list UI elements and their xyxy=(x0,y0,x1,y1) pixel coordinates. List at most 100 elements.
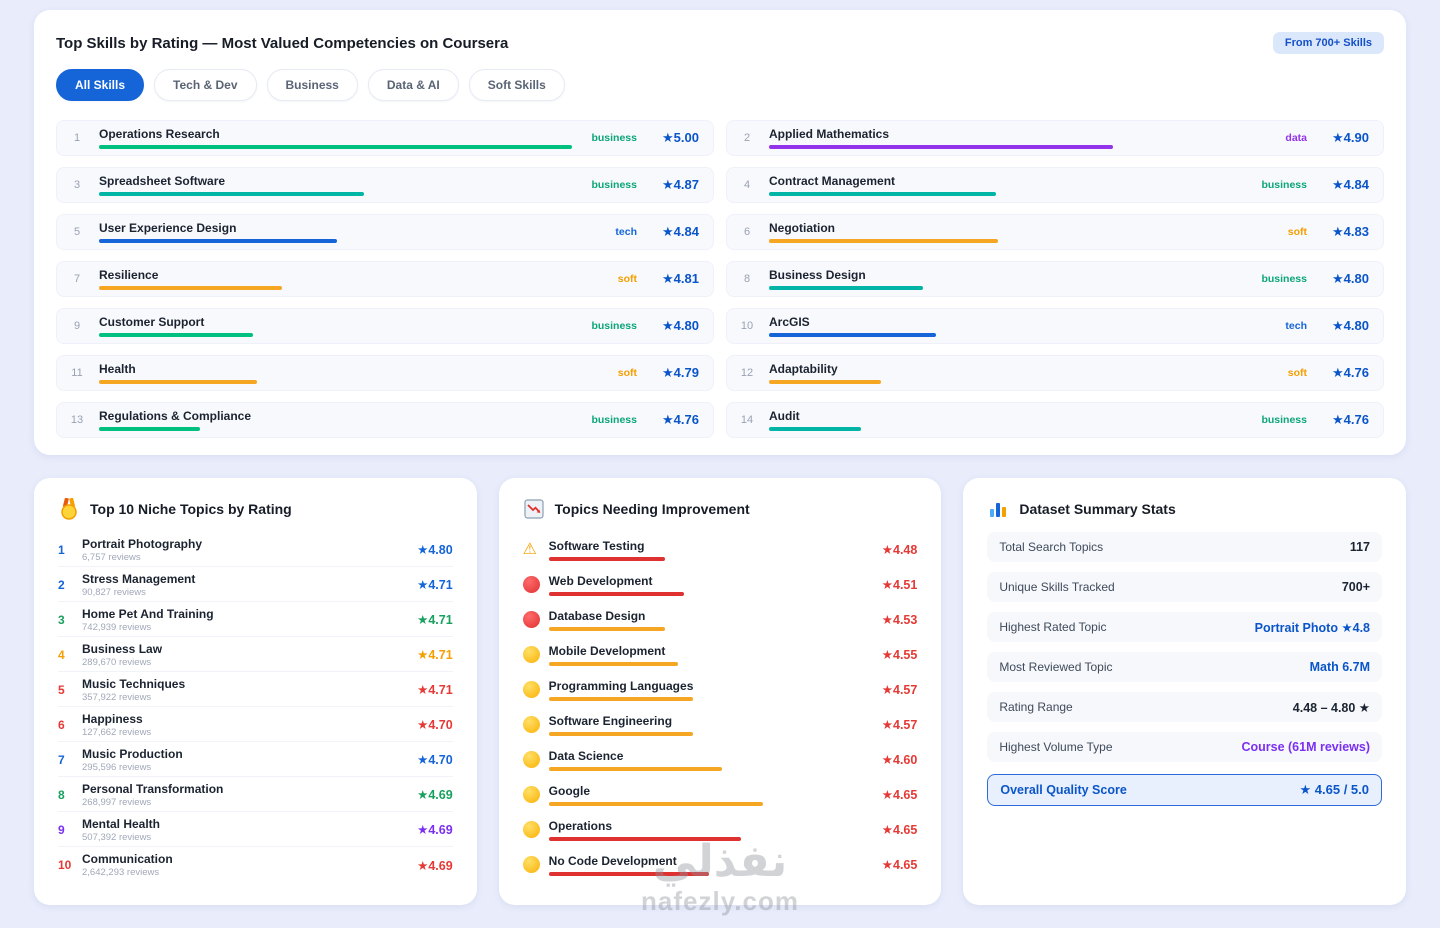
stats-card: Dataset Summary Stats Total Search Topic… xyxy=(963,478,1407,905)
skill-rating: ★4.80 xyxy=(1332,271,1369,286)
stat-label: Rating Range xyxy=(999,700,1073,714)
niche-topic-info: Business Law 289,670 reviews xyxy=(82,642,417,668)
niche-topic-row: 8 Personal Transformation 268,997 review… xyxy=(58,777,453,812)
niche-topic-row: 1 Portrait Photography 6,757 reviews ★4.… xyxy=(58,532,453,567)
skill-category-tag: business xyxy=(1261,414,1307,426)
skill-info: User Experience Design xyxy=(99,221,605,243)
niche-card-header: Top 10 Niche Topics by Rating xyxy=(58,498,453,520)
amber-dot-icon xyxy=(522,751,549,768)
niche-rank: 8 xyxy=(58,787,65,802)
tab-business[interactable]: Business xyxy=(266,69,358,101)
stat-label: Total Search Topics xyxy=(999,540,1104,554)
skills-count-badge: From 700+ Skills xyxy=(1272,32,1384,54)
improvement-topic-rating: ★4.65 xyxy=(881,823,918,837)
skill-row: 14 Audit business ★4.76 xyxy=(726,402,1384,438)
skill-progress-bar xyxy=(769,145,1114,149)
tab-all-skills[interactable]: All Skills xyxy=(56,69,145,101)
stat-label: Highest Volume Type xyxy=(999,740,1113,754)
skill-rating: ★4.76 xyxy=(662,412,699,427)
niche-topic-row: 10 Communication 2,642,293 reviews ★4.69 xyxy=(58,847,453,882)
niche-topics-card: Top 10 Niche Topics by Rating 1 Portrait… xyxy=(34,478,477,905)
improvement-topic-row: Database Design ★4.53 xyxy=(522,602,917,637)
skill-category-tag: soft xyxy=(1287,226,1307,238)
skill-progress-bar xyxy=(99,286,283,290)
overall-quality-value: ★ 4.65 / 5.0 xyxy=(1299,782,1370,797)
niche-topic-info: Personal Transformation 268,997 reviews xyxy=(82,782,417,808)
tab-tech-dev[interactable]: Tech & Dev xyxy=(154,69,257,101)
top-card-header: Top Skills by Rating — Most Valued Compe… xyxy=(56,32,1384,54)
skill-progress-bar xyxy=(99,239,337,243)
skill-rank: 13 xyxy=(70,414,84,426)
stat-row: Total Search Topics 117 xyxy=(987,532,1383,562)
niche-topic-name: Personal Transformation xyxy=(82,781,224,796)
skill-row: 6 Negotiation soft ★4.83 xyxy=(726,214,1384,250)
stats-card-title: Dataset Summary Stats xyxy=(1019,501,1176,517)
improvement-topic-rating: ★4.60 xyxy=(881,753,918,767)
stat-row: Most Reviewed Topic Math 6.7M xyxy=(987,652,1383,682)
improvement-topic-name: Operations xyxy=(548,818,613,833)
skill-rank: 9 xyxy=(73,320,81,332)
skill-info: Contract Management xyxy=(769,174,1251,196)
niche-topic-info: Music Production 295,596 reviews xyxy=(82,747,417,773)
niche-topic-name: Music Production xyxy=(82,746,183,761)
improvement-topic-name: Mobile Development xyxy=(548,643,666,658)
skill-row: 10 ArcGIS tech ★4.80 xyxy=(726,308,1384,344)
skill-row: 1 Operations Research business ★5.00 xyxy=(56,120,714,156)
skill-category-tag: business xyxy=(591,179,637,191)
niche-topic-name: Business Law xyxy=(82,641,163,656)
skill-category-tag: business xyxy=(591,132,637,144)
improvement-bar xyxy=(548,731,694,736)
skill-row: 2 Applied Mathematics data ★4.90 xyxy=(726,120,1384,156)
tab-soft-skills[interactable]: Soft Skills xyxy=(468,69,565,101)
skill-row: 7 Resilience soft ★4.81 xyxy=(56,261,714,297)
improvement-topic-row: ⚠ Software Testing ★4.48 xyxy=(523,532,917,567)
niche-topic-rating: ★4.70 xyxy=(417,753,453,767)
improvement-topic-name: Software Engineering xyxy=(548,713,673,728)
skill-name: Applied Mathematics xyxy=(769,127,890,141)
skill-info: Operations Research xyxy=(99,127,581,149)
improvement-bar xyxy=(548,626,666,631)
skill-info: Adaptability xyxy=(769,362,1278,384)
improvement-topic-info: Data Science xyxy=(548,749,864,771)
skill-category-tag: business xyxy=(1261,273,1307,285)
improvement-card-title: Topics Needing Improvement xyxy=(554,501,750,517)
niche-topic-reviews: 127,662 reviews xyxy=(82,726,152,738)
skill-row: 8 Business Design business ★4.80 xyxy=(726,261,1384,297)
skill-rank: 7 xyxy=(73,273,81,285)
niche-topic-reviews: 295,596 reviews xyxy=(82,761,152,773)
niche-topic-reviews: 507,392 reviews xyxy=(82,831,152,843)
skill-info: Business Design xyxy=(769,268,1251,290)
amber-dot-icon xyxy=(522,786,549,803)
skill-name: Customer Support xyxy=(99,315,205,329)
niche-rank: 6 xyxy=(58,717,65,732)
skill-rating: ★4.76 xyxy=(1332,412,1369,427)
niche-topic-name: Portrait Photography xyxy=(82,536,203,551)
skill-progress-bar xyxy=(99,427,201,431)
niche-rank: 10 xyxy=(58,858,72,872)
improvement-topic-row: Software Engineering ★4.57 xyxy=(522,707,917,742)
improvement-topic-name: No Code Development xyxy=(548,853,677,868)
amber-dot-icon xyxy=(522,856,549,873)
skill-row: 11 Health soft ★4.79 xyxy=(56,355,714,391)
skill-name: ArcGIS xyxy=(769,315,810,329)
skill-progress-bar xyxy=(769,286,924,290)
stat-value: 700+ xyxy=(1341,580,1371,594)
improvement-bar xyxy=(548,871,710,876)
tab-data-ai[interactable]: Data & AI xyxy=(367,69,459,101)
skill-progress-bar xyxy=(769,427,861,431)
improvement-topic-name: Web Development xyxy=(548,573,653,588)
skill-progress-bar xyxy=(99,145,572,149)
improvement-topic-row: Operations ★4.65 xyxy=(522,812,918,847)
skill-name: Resilience xyxy=(99,268,159,282)
niche-topic-rating: ★4.70 xyxy=(417,718,453,732)
amber-dot-icon xyxy=(522,716,549,733)
stat-value: Math 6.7M xyxy=(1309,660,1371,674)
niche-topic-info: Communication 2,642,293 reviews xyxy=(82,852,417,878)
stat-row: Unique Skills Tracked 700+ xyxy=(987,572,1383,602)
improvement-topic-name: Software Testing xyxy=(548,538,645,553)
overall-quality-row: Overall Quality Score ★ 4.65 / 5.0 xyxy=(987,774,1383,806)
niche-topic-row: 2 Stress Management 90,827 reviews ★4.71 xyxy=(58,567,453,602)
skill-progress-bar xyxy=(769,380,881,384)
skill-rank: 12 xyxy=(740,367,754,379)
niche-topic-rating: ★4.71 xyxy=(417,683,453,697)
